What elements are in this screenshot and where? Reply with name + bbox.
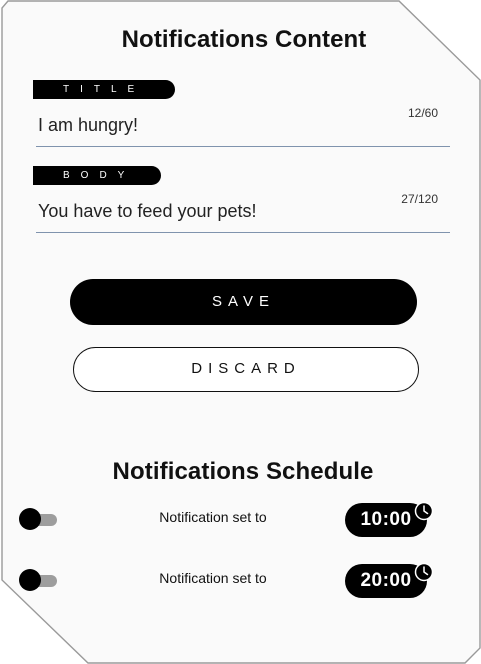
schedule-heading: Notifications Schedule bbox=[112, 458, 374, 485]
title-input[interactable]: I am hungry! bbox=[38, 115, 138, 136]
title-underline bbox=[36, 146, 450, 147]
body-field-label: BODY bbox=[33, 166, 161, 185]
notification-toggle-2[interactable] bbox=[19, 569, 59, 591]
discard-button[interactable]: DISCARD bbox=[73, 347, 419, 392]
toggle-thumb bbox=[19, 569, 41, 591]
save-button[interactable]: SAVE bbox=[70, 279, 417, 325]
body-underline bbox=[36, 232, 450, 233]
body-input[interactable]: You have to feed your pets! bbox=[38, 201, 257, 222]
title-field-label: TITLE bbox=[33, 80, 175, 99]
notification-row-label-2: Notification set to bbox=[159, 570, 267, 586]
notifications-card: Notifications Content TITLE 12/60 I am h… bbox=[0, 0, 481, 664]
toggle-thumb bbox=[19, 508, 41, 530]
clock-icon[interactable] bbox=[414, 562, 434, 582]
body-char-counter: 27/120 bbox=[401, 192, 438, 206]
content-heading: Notifications Content bbox=[121, 26, 367, 53]
clock-icon[interactable] bbox=[414, 501, 434, 521]
notification-row-label-1: Notification set to bbox=[159, 509, 267, 525]
title-char-counter: 12/60 bbox=[407, 106, 438, 120]
notification-toggle-1[interactable] bbox=[19, 508, 59, 530]
